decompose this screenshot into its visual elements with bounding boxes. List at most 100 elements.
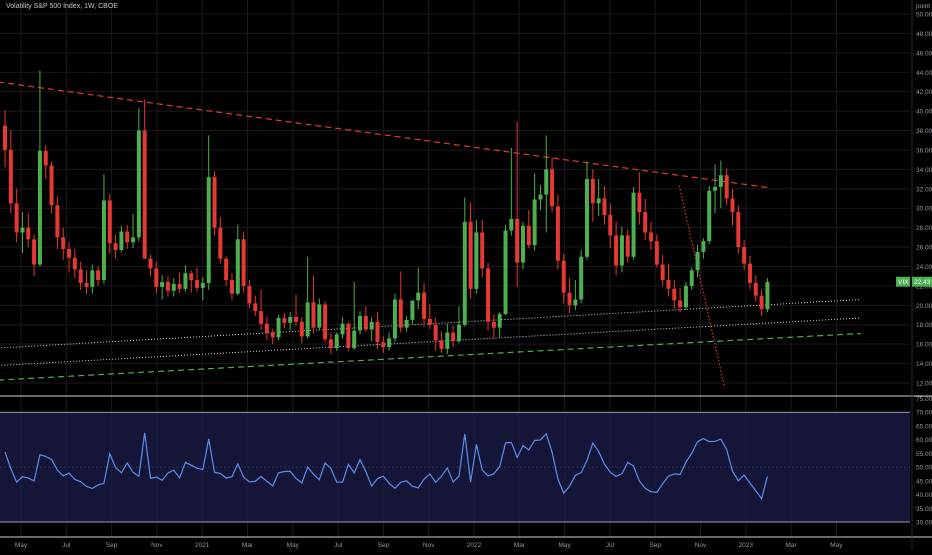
candle-body	[742, 247, 747, 264]
time-tick-label: Nov	[695, 542, 707, 549]
candle-body	[398, 299, 403, 328]
candle-body	[107, 200, 112, 244]
price-tick-label: 34.00	[916, 167, 932, 174]
price-tick-label: 18.00	[916, 322, 932, 329]
candle-body	[491, 321, 496, 328]
price-tick-label: 38.00	[916, 128, 932, 135]
candle-body	[433, 324, 438, 341]
candle-body	[736, 212, 741, 248]
candle-body	[247, 285, 252, 304]
candle-body	[456, 324, 461, 342]
candle-body	[416, 292, 421, 301]
candle-body	[381, 342, 386, 348]
candle-body	[195, 280, 200, 288]
candle-body	[579, 256, 584, 300]
candle-body	[532, 199, 537, 246]
candle-body	[49, 165, 54, 206]
candle-body	[72, 257, 77, 270]
price-tick-label: 30.00	[916, 206, 932, 213]
chart-canvas[interactable]: point12.0014.0016.0018.0020.0022.0024.00…	[0, 0, 932, 550]
candle-body	[649, 232, 654, 242]
candle-body	[3, 125, 7, 150]
candle-body	[550, 169, 555, 207]
candle-body	[486, 268, 491, 322]
price-tick-label: 44.00	[916, 70, 932, 77]
candle-body	[538, 194, 543, 200]
rsi-tick-label: 70.00	[916, 410, 932, 417]
candle-body	[375, 321, 380, 343]
candle-body	[561, 260, 566, 293]
candle-body	[422, 292, 427, 319]
candle-body	[707, 190, 712, 242]
time-tick-label: Jul	[606, 542, 615, 549]
candle-body	[585, 179, 589, 257]
candle-body	[387, 338, 392, 348]
candle-body	[206, 177, 211, 283]
candle-body	[427, 318, 432, 325]
candle-body	[602, 198, 607, 216]
candle-body	[270, 332, 275, 338]
time-tick-label: 2022	[467, 542, 482, 549]
candle-body	[317, 304, 322, 328]
candle-body	[282, 317, 287, 323]
candle-body	[142, 130, 147, 259]
candle-body	[404, 319, 409, 328]
candle-body	[125, 231, 130, 243]
candle-body	[672, 288, 677, 301]
rsi-tick-label: 30.00	[916, 520, 932, 527]
time-tick-label: Nov	[423, 542, 435, 549]
candle-body	[328, 339, 333, 349]
time-tick-label: Mar	[785, 542, 797, 549]
candle-body	[619, 235, 624, 266]
candle-body	[14, 203, 19, 233]
candle-body	[78, 269, 83, 283]
candle-body	[119, 231, 124, 250]
price-tick-label: 32.00	[916, 186, 932, 193]
candle-body	[235, 239, 240, 294]
candle-body	[323, 304, 328, 340]
candle-body	[340, 323, 345, 335]
price-tick-label: 36.00	[916, 147, 932, 154]
price-tick-label: 24.00	[916, 264, 932, 271]
candle-body	[253, 303, 258, 312]
candle-body	[678, 300, 683, 308]
candle-body	[555, 206, 560, 261]
candle-body	[358, 315, 363, 331]
candle-body	[520, 225, 525, 263]
time-tick-label: 2021	[195, 542, 210, 549]
candle-body	[26, 227, 31, 240]
candle-body	[177, 283, 182, 289]
candle-body	[352, 330, 357, 349]
candle-body	[590, 179, 595, 204]
candle-body	[305, 302, 310, 337]
candle-body	[724, 175, 729, 199]
candle-body	[299, 321, 304, 337]
price-axis-unit: point	[916, 3, 930, 10]
candle-body	[20, 227, 25, 233]
candle-body	[474, 232, 479, 289]
candle-body	[503, 230, 508, 315]
candle-body	[643, 212, 648, 233]
time-tick-label: Sep	[378, 542, 390, 549]
candle-body	[148, 258, 153, 269]
price-tick-label: 40.00	[916, 109, 932, 116]
candle-body	[468, 221, 473, 289]
candle-body	[334, 334, 339, 349]
symbol-tag-label: VIX	[898, 279, 909, 286]
candle-body	[654, 241, 659, 265]
candle-body	[212, 177, 217, 228]
candle-body	[608, 215, 613, 236]
candle-body	[294, 316, 298, 322]
candle-body	[136, 130, 141, 238]
candle-body	[32, 239, 37, 265]
candle-body	[765, 282, 770, 310]
rsi-tick-label: 55.00	[916, 451, 932, 458]
candle-body	[218, 227, 223, 259]
candle-body	[183, 273, 188, 289]
rsi-tick-label: 45.00	[916, 478, 932, 485]
candle-body	[515, 218, 520, 263]
candle-body	[573, 299, 578, 306]
candle-body	[224, 258, 229, 281]
time-tick-label: Mar	[242, 542, 254, 549]
candle-body	[596, 198, 601, 204]
